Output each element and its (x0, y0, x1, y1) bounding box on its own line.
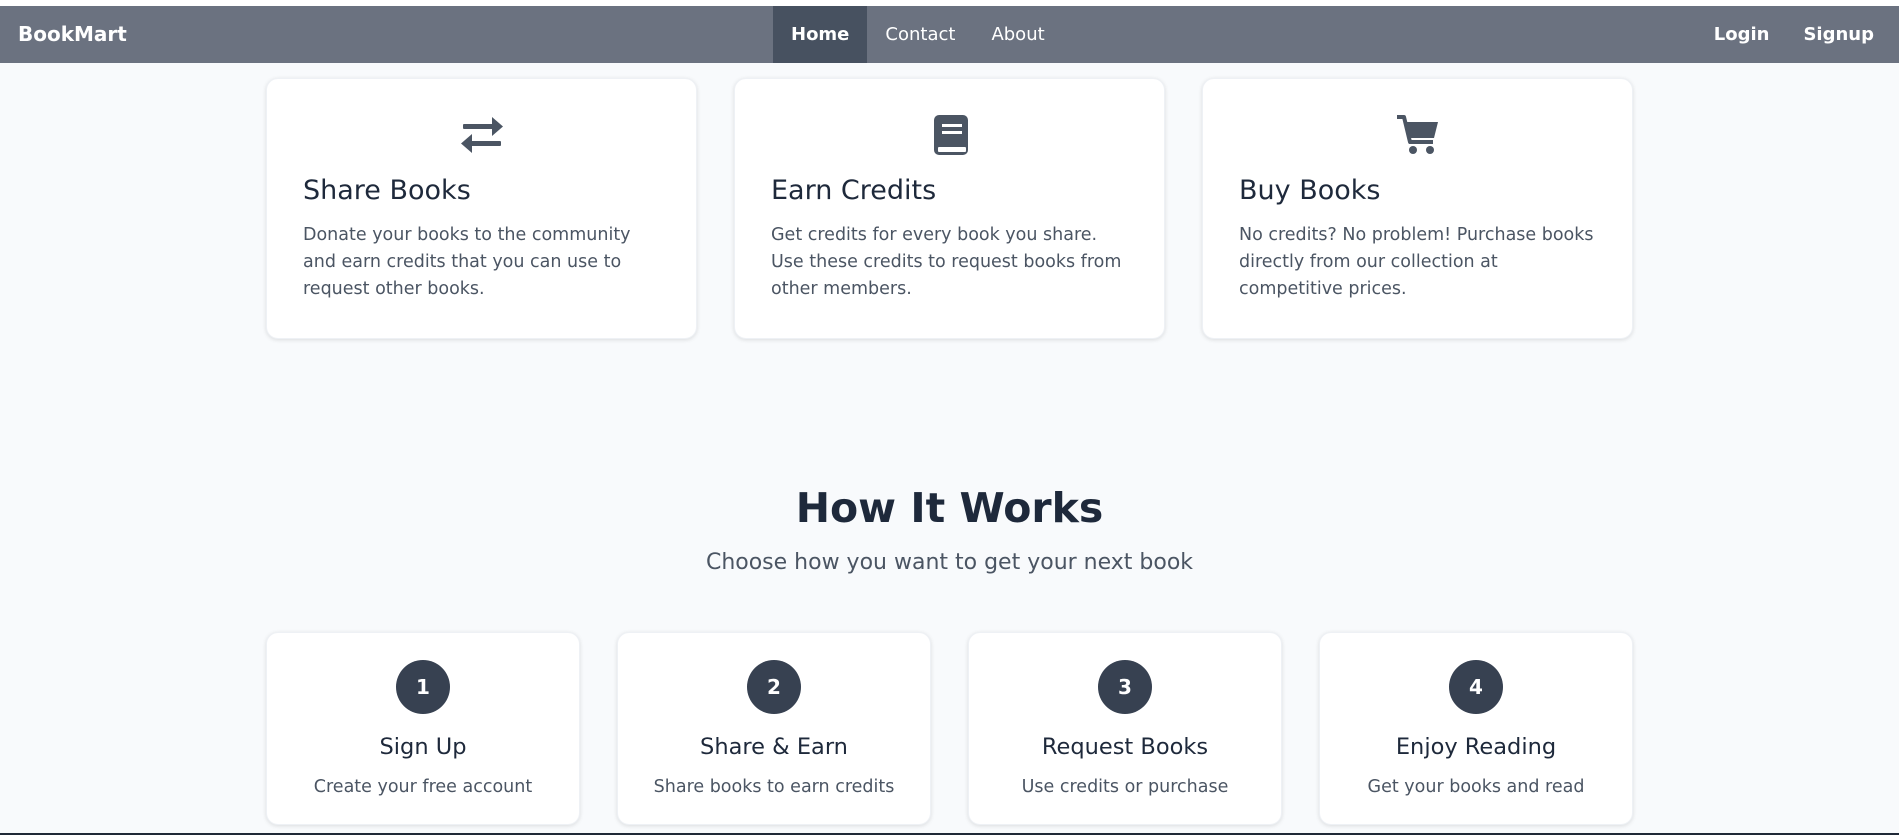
feature-title: Buy Books (1239, 175, 1381, 206)
step-number-badge: 3 (1098, 660, 1152, 714)
step-card: 3 Request Books Use credits or purchase (968, 632, 1282, 825)
step-title: Request Books (1041, 734, 1209, 760)
step-description: Share books to earn credits (653, 777, 895, 797)
login-link[interactable]: Login (1714, 6, 1770, 63)
step-number-badge: 2 (747, 660, 801, 714)
feature-description: Donate your books to the community and e… (303, 225, 631, 299)
step-title: Share & Earn (700, 734, 848, 760)
features-section: Share Books Donate your books to the com… (266, 78, 1633, 339)
section-title: How It Works (795, 484, 1104, 532)
step-card: 2 Share & Earn Share books to earn credi… (617, 632, 931, 825)
step-card: 4 Enjoy Reading Get your books and read (1319, 632, 1633, 825)
step-number-badge: 4 (1449, 660, 1503, 714)
exchange-arrows-icon (460, 117, 503, 153)
nav-link-contact[interactable]: Contact (867, 6, 973, 63)
auth-links: Login Signup (1714, 6, 1874, 63)
step-title: Enjoy Reading (1395, 734, 1557, 760)
feature-card-earn: Earn Credits Get credits for every book … (734, 78, 1165, 339)
step-number-badge: 1 (396, 660, 450, 714)
nav-link-home[interactable]: Home (773, 6, 868, 63)
navbar: BookMart Home Contact About Login Signup (0, 6, 1899, 63)
step-card: 1 Sign Up Create your free account (266, 632, 580, 825)
step-description: Create your free account (313, 777, 533, 797)
brand-logo[interactable]: BookMart (18, 6, 127, 63)
steps-list: 1 Sign Up Create your free account 2 Sha… (266, 632, 1633, 825)
book-icon (933, 115, 968, 155)
signup-link[interactable]: Signup (1803, 6, 1874, 63)
shopping-cart-icon (1396, 115, 1438, 154)
step-title: Sign Up (379, 734, 467, 760)
how-it-works-section: How It Works Choose how you want to get … (0, 410, 1899, 835)
step-description: Get your books and read (1367, 777, 1585, 797)
feature-description: No credits? No problem! Purchase books d… (1239, 225, 1594, 299)
nav-links: Home Contact About (773, 6, 1063, 63)
feature-card-share: Share Books Donate your books to the com… (266, 78, 697, 339)
step-description: Use credits or purchase (1021, 777, 1229, 797)
nav-link-about[interactable]: About (973, 6, 1062, 63)
feature-description: Get credits for every book you share. Us… (771, 225, 1122, 299)
section-subtitle: Choose how you want to get your next boo… (705, 550, 1194, 575)
feature-title: Share Books (303, 175, 471, 206)
feature-title: Earn Credits (771, 175, 937, 206)
feature-card-buy: Buy Books No credits? No problem! Purcha… (1202, 78, 1633, 339)
